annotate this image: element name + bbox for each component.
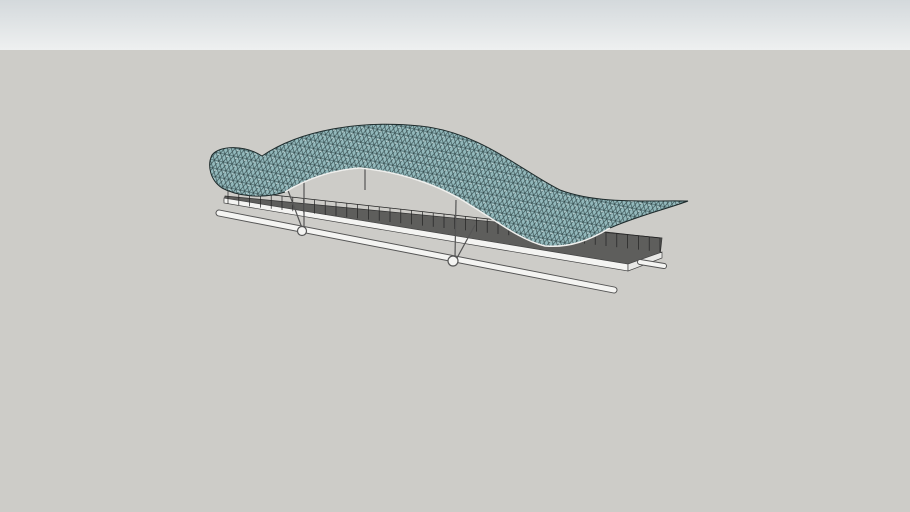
bridge-model[interactable] xyxy=(0,0,910,512)
